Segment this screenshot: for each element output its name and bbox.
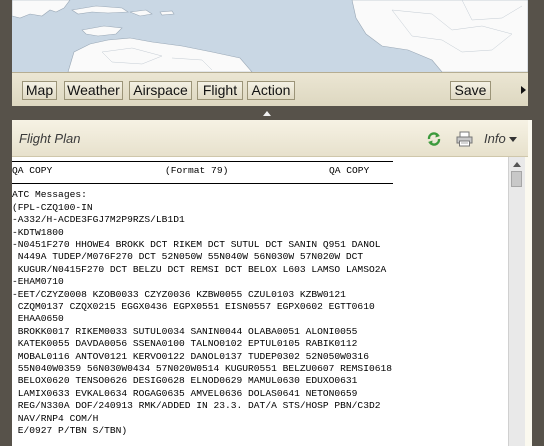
fpl-message: (FPL-CZQ100-IN -A332/H-ACDE3FGJ7M2P9RZS/L… xyxy=(12,202,508,438)
copy-header-left: QA COPY xyxy=(12,165,53,176)
fpl-line: -EHAM0710 xyxy=(12,276,64,288)
fpl-line: NAV/RNP4 COM/H xyxy=(12,412,99,424)
panel-splitter[interactable] xyxy=(12,106,528,120)
action-button[interactable]: Action xyxy=(247,81,295,100)
info-label: Info xyxy=(484,131,506,146)
fpl-line: BROKK0017 RIKEM0033 SUTUL0034 SANIN0044 … xyxy=(12,325,358,337)
collapse-up-icon[interactable] xyxy=(263,111,271,116)
scroll-up-icon[interactable] xyxy=(513,162,521,167)
divider xyxy=(12,183,393,185)
fpl-line: REG/N330A DOF/240913 RMK/ADDED IN 23.3. … xyxy=(12,400,381,412)
fpl-line: LAMIX0633 EVKAL0634 ROGAG0635 AMVEL0636 … xyxy=(12,387,358,399)
airspace-button[interactable]: Airspace xyxy=(129,81,192,100)
atc-messages-label: ATC Messages: xyxy=(12,189,87,201)
fpl-line: CZQM0137 CZQX0215 EGGX0436 EGPX0551 EISN… xyxy=(12,301,375,313)
map-land-shapes xyxy=(12,0,528,72)
vertical-scrollbar[interactable] xyxy=(508,157,525,446)
fpl-line: -A332/H-ACDE3FGJ7M2P9RZS/LB1D1 xyxy=(12,214,185,226)
divider xyxy=(12,161,393,162)
panel-header: Flight Plan Info xyxy=(12,120,528,157)
refresh-icon[interactable] xyxy=(426,131,442,152)
copy-header: QA COPY (Format 79) QA COPY xyxy=(12,165,508,177)
fpl-line: BELOX0620 TENSO0626 DESIG0628 ELNOD0629 … xyxy=(12,375,358,387)
info-menu[interactable]: Info xyxy=(484,131,517,146)
fpl-line: -N0451F270 HHOWE4 BROKK DCT RIKEM DCT SU… xyxy=(12,239,381,251)
fpl-line: MOBAL0116 ANTOV0121 KERVO0122 DANOL0137 … xyxy=(12,350,369,362)
chevron-down-icon xyxy=(508,137,517,143)
chevron-right-icon[interactable] xyxy=(521,86,526,94)
fpl-line: -EET/CZYZ0008 KZOB0033 CZYZ0036 KZBW0055… xyxy=(12,288,346,300)
fpl-line: 55N040W0359 56N030W0434 57N020W0514 KUGU… xyxy=(12,363,392,375)
map-button[interactable]: Map xyxy=(22,81,57,100)
flight-plan-content[interactable]: QA COPY (Format 79) QA COPY ATC Messages: … xyxy=(12,157,508,446)
fpl-line: EHAA0650 xyxy=(12,313,64,325)
panel-title: Flight Plan xyxy=(19,131,81,146)
map-view[interactable] xyxy=(12,0,528,72)
flight-plan-panel: Flight Plan Info QA COPY (Format 79) QA CO… xyxy=(12,120,528,446)
copy-header-right: QA COPY xyxy=(329,165,370,176)
save-button[interactable]: Save xyxy=(450,81,491,100)
fpl-line: KATEK0055 DAVDA0056 SSENA0100 TALNO0102 … xyxy=(12,338,358,350)
panel-edge xyxy=(528,120,532,446)
fpl-line: KUGUR/N0415F270 DCT BELZU DCT REMSI DCT … xyxy=(12,263,387,275)
flight-button[interactable]: Flight xyxy=(197,81,243,100)
fpl-line: -KDTW1800 xyxy=(12,226,64,238)
view-toolbar: Map Weather Airspace Flight Action Save xyxy=(12,72,528,107)
fpl-line: E/0927 P/TBN S/TBN) xyxy=(12,425,128,437)
fpl-line: (FPL-CZQ100-IN xyxy=(12,201,93,213)
fpl-line: N449A TUDEP/M076F270 DCT 52N050W 55N040W… xyxy=(12,251,364,263)
flight-plan-text: QA COPY (Format 79) QA COPY ATC Messages: … xyxy=(12,157,508,438)
print-icon[interactable] xyxy=(456,131,473,152)
weather-button[interactable]: Weather xyxy=(64,81,123,100)
scroll-thumb[interactable] xyxy=(511,171,522,187)
copy-header-format: (Format 79) xyxy=(165,165,229,176)
